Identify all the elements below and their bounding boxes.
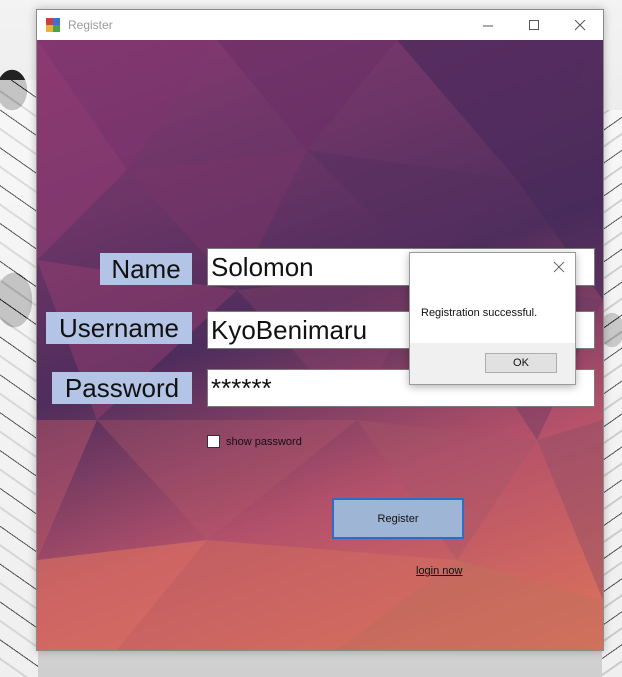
message-text: Registration successful. bbox=[421, 307, 538, 319]
minimize-button[interactable] bbox=[465, 10, 511, 40]
ok-button[interactable]: OK bbox=[485, 353, 557, 373]
message-close-icon[interactable] bbox=[552, 260, 566, 274]
maximize-icon bbox=[528, 19, 539, 30]
background-artwork-right bbox=[602, 110, 622, 677]
window-title: Register bbox=[68, 18, 113, 32]
username-label: Username bbox=[46, 312, 192, 344]
show-password-toggle[interactable]: show password bbox=[207, 435, 302, 448]
maximize-button[interactable] bbox=[511, 10, 557, 40]
app-icon bbox=[46, 18, 60, 32]
show-password-label: show password bbox=[226, 435, 302, 448]
window-controls bbox=[465, 10, 603, 40]
message-footer: OK bbox=[410, 343, 575, 384]
close-button[interactable] bbox=[557, 10, 603, 40]
login-now-link[interactable]: login now bbox=[416, 565, 462, 577]
close-icon bbox=[574, 19, 585, 30]
minimize-icon bbox=[482, 25, 493, 26]
show-password-checkbox[interactable] bbox=[207, 435, 220, 448]
message-box: Registration successful. OK bbox=[409, 252, 576, 385]
register-button[interactable]: Register bbox=[332, 498, 464, 539]
name-label: Name bbox=[100, 253, 192, 285]
title-bar[interactable]: Register bbox=[37, 10, 603, 40]
password-label: Password bbox=[52, 372, 192, 404]
background-artwork-left bbox=[0, 80, 38, 677]
